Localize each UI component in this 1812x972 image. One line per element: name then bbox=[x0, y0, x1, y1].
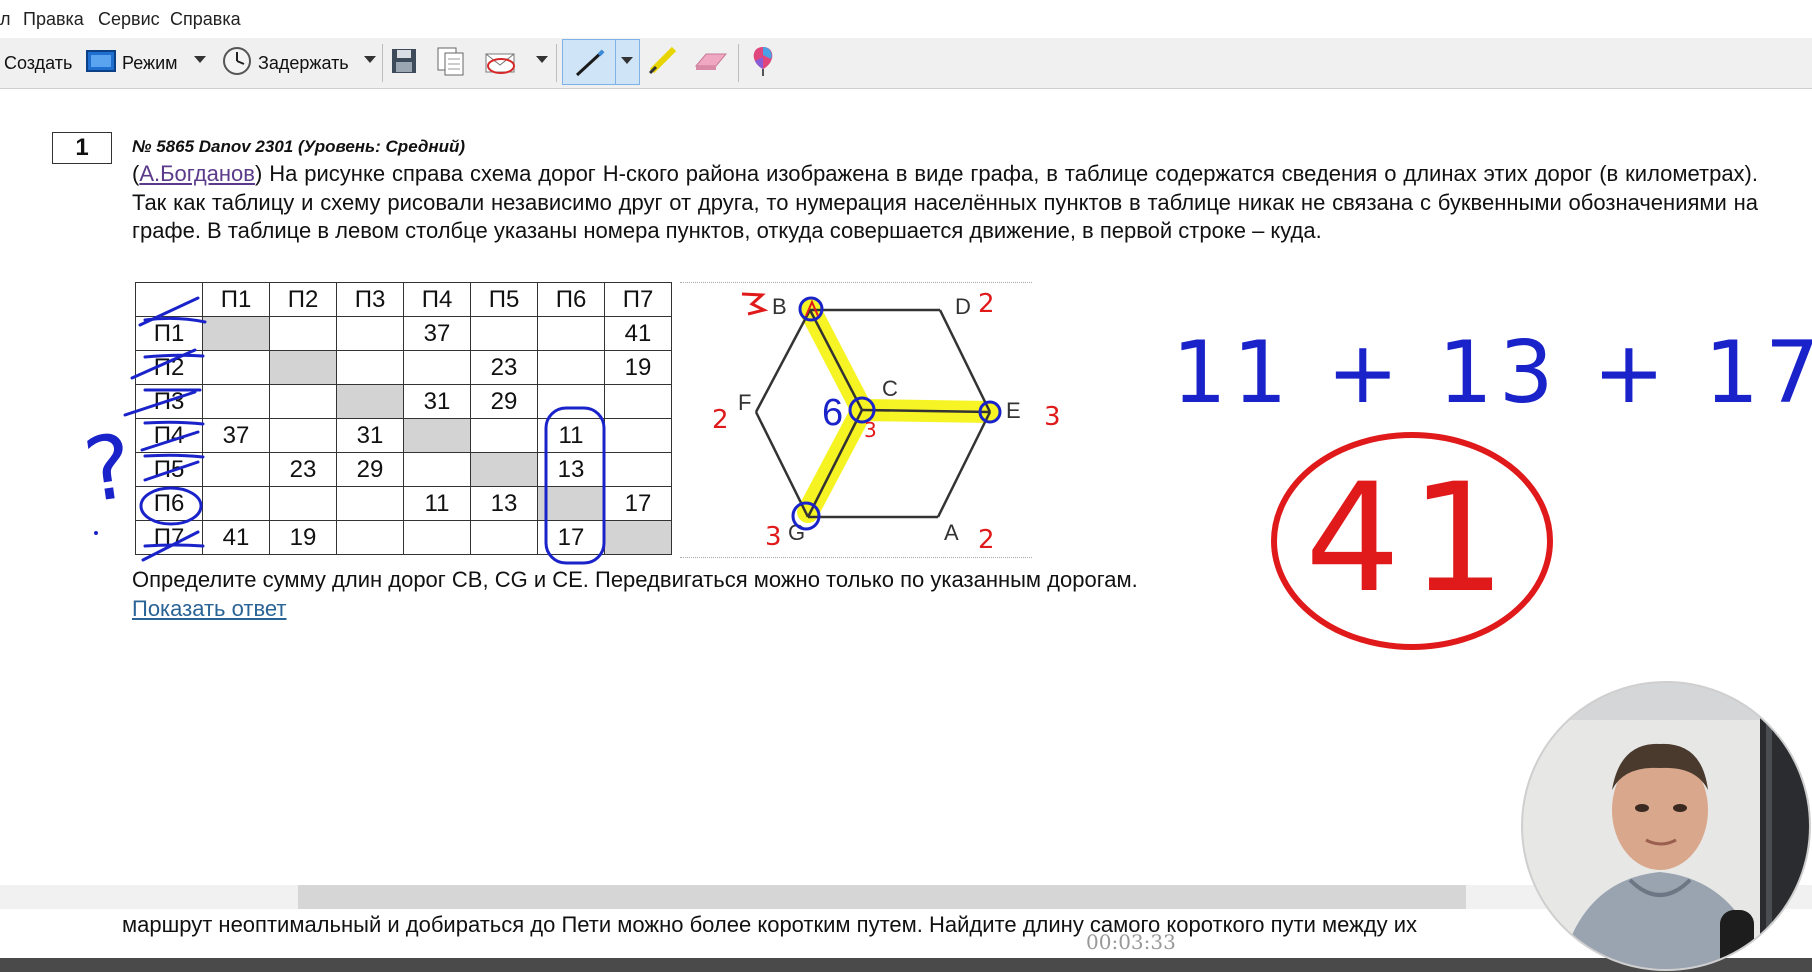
question-mark-annotation: ? bbox=[78, 414, 139, 522]
annotation-degree: 2 bbox=[978, 289, 995, 319]
annotation-degree: 3 bbox=[765, 522, 782, 552]
node-label-d: D bbox=[955, 294, 971, 319]
answer-annotation: 41 bbox=[1305, 452, 1516, 626]
annotation-degree: 2 bbox=[978, 525, 995, 555]
sum-expression-annotation: 11 + 13 + 17 bbox=[1172, 323, 1812, 423]
annotation-degree: 2 bbox=[712, 405, 729, 435]
annotation-degree: 6 bbox=[822, 392, 843, 434]
subtitle-text: маршрут неоптимальный и добираться до Пе… bbox=[122, 912, 1418, 937]
node-label-a: A bbox=[944, 520, 959, 545]
webcam-overlay bbox=[1521, 681, 1811, 971]
node-label-c: C bbox=[882, 376, 898, 401]
scrollbar-thumb[interactable] bbox=[298, 885, 1466, 909]
annotation-degree: 3 bbox=[1044, 402, 1061, 432]
ink-dot bbox=[94, 531, 98, 535]
node-label-f: F bbox=[738, 390, 751, 415]
node-label-b: B bbox=[772, 294, 787, 319]
player-timer: 00:03:33 bbox=[1086, 930, 1176, 954]
annotation-degree: 3 bbox=[864, 418, 877, 442]
node-label-e: E bbox=[1006, 398, 1021, 423]
